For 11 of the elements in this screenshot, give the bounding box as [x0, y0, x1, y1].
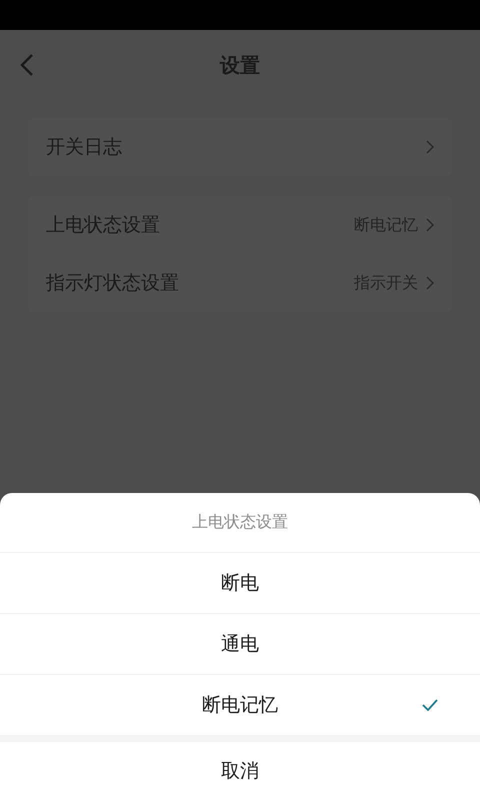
option-item[interactable]: 断电记忆	[0, 675, 480, 735]
option-label: 断电	[221, 571, 259, 596]
option-item[interactable]: 通电	[0, 614, 480, 675]
chevron-right-icon	[426, 218, 434, 232]
option-label: 通电	[221, 632, 259, 657]
sheet-title: 上电状态设置	[0, 493, 480, 553]
option-label: 断电记忆	[202, 693, 278, 718]
back-icon[interactable]	[20, 53, 34, 77]
chevron-right-icon	[426, 140, 434, 154]
chevron-right-icon	[426, 276, 434, 290]
option-item[interactable]: 断电	[0, 553, 480, 614]
